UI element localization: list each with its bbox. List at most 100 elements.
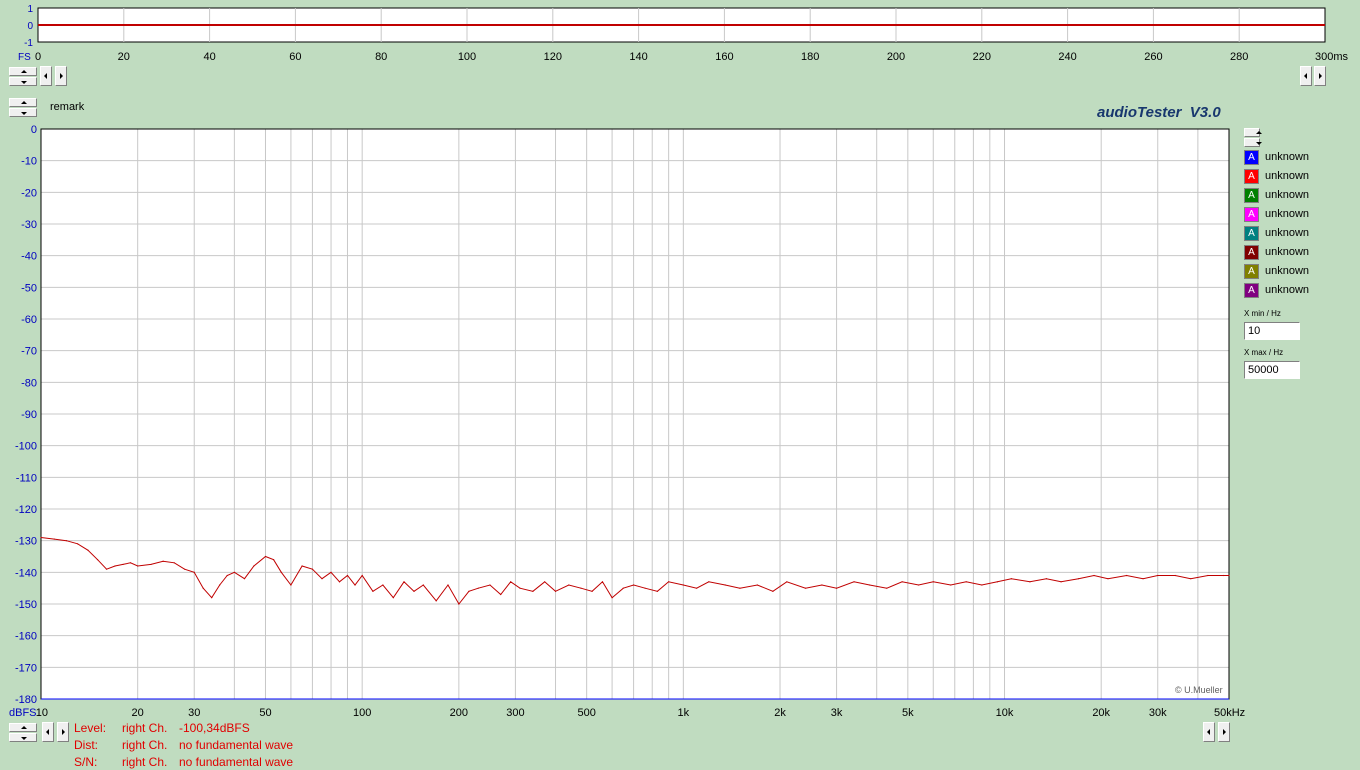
data-point <box>321 578 323 580</box>
data-point <box>273 559 275 561</box>
data-point <box>708 581 710 583</box>
data-point <box>105 568 108 570</box>
data-point <box>804 587 807 589</box>
legend-swatch[interactable]: A <box>1244 150 1259 165</box>
freq-scroll-left-button[interactable] <box>42 722 54 742</box>
data-point <box>1010 578 1012 580</box>
x-tick-label: 2k <box>774 707 786 719</box>
data-point <box>1174 574 1176 577</box>
scroll-down-button[interactable] <box>9 733 37 742</box>
scroll-up-button[interactable] <box>1244 128 1262 137</box>
y-tick-label: -160 <box>15 631 37 643</box>
data-point <box>76 543 79 545</box>
data-point <box>682 584 684 586</box>
data-point <box>724 584 726 586</box>
spectrum-chart: 0 -10 -20 -30 -40 -50 -60 -70 -80 -90 -100 -110 -120… <box>9 124 1245 719</box>
data-point <box>413 590 415 592</box>
data-point <box>1190 578 1192 580</box>
data-point <box>372 590 374 592</box>
legend-swatch[interactable]: A <box>1244 264 1259 279</box>
data-point <box>447 584 449 586</box>
legend-swatch[interactable]: A <box>1244 169 1259 184</box>
data-point <box>311 568 314 570</box>
data-point <box>226 574 228 577</box>
data-point <box>301 565 303 567</box>
x-tick-label: 5k <box>902 707 914 719</box>
data-point <box>162 560 164 562</box>
status-key: Level: <box>74 721 107 735</box>
xmax-input[interactable] <box>1244 361 1300 379</box>
x-tick-label: 100 <box>353 707 371 719</box>
y-tick-label: -40 <box>21 251 37 263</box>
status-key: S/N: <box>74 755 98 769</box>
data-point <box>173 562 175 564</box>
scroll-up-button[interactable] <box>9 723 37 732</box>
freq-scroll-right-button[interactable] <box>57 722 69 742</box>
data-point <box>202 587 204 589</box>
data-point <box>403 581 405 583</box>
data-point <box>468 590 470 592</box>
data-point <box>435 600 437 602</box>
data-point <box>696 587 698 589</box>
data-point <box>243 578 246 580</box>
data-point <box>965 581 967 583</box>
data-point <box>361 574 363 577</box>
x-tick-label: 500 <box>577 707 595 719</box>
x-tick-label: 20k <box>1092 707 1110 719</box>
data-point <box>219 584 221 586</box>
data-point <box>591 590 593 592</box>
data-point <box>1142 578 1144 580</box>
data-point <box>489 584 491 586</box>
data-point <box>853 581 855 583</box>
scroll-down-button[interactable] <box>1244 138 1262 147</box>
freq-scroll-left-right-button[interactable] <box>1203 722 1215 742</box>
y-tick-label: -90 <box>21 409 37 421</box>
legend-swatch[interactable]: A <box>1244 188 1259 203</box>
data-point <box>65 540 68 542</box>
y-tick-label: -20 <box>21 187 37 199</box>
data-point <box>458 603 460 605</box>
legend-label: unknown <box>1265 227 1310 239</box>
xmax-label: X max / Hz <box>1244 348 1284 357</box>
legend-swatch[interactable]: A <box>1244 245 1259 260</box>
x-tick-label: 1k <box>678 707 690 719</box>
status-channel: right Ch. <box>122 721 168 735</box>
legend-swatch[interactable]: A <box>1244 207 1259 222</box>
data-point <box>1222 574 1224 577</box>
legend-label: unknown <box>1265 284 1310 296</box>
x-tick-label: 20 <box>132 707 144 719</box>
y-tick-label: -120 <box>15 504 37 516</box>
y-tick-label: -180 <box>15 694 37 706</box>
data-point <box>739 587 741 589</box>
bottom-spinner[interactable] <box>9 723 37 743</box>
data-point <box>786 581 788 583</box>
data-point <box>477 587 479 589</box>
y-tick-label: 0 <box>31 124 37 136</box>
data-point <box>40 536 42 539</box>
data-point <box>346 574 349 577</box>
freq-scroll-right-right-button[interactable] <box>1218 722 1230 742</box>
legend-spinner[interactable] <box>1244 128 1262 148</box>
data-point <box>150 563 152 566</box>
data-point <box>622 587 624 589</box>
data-point <box>1077 578 1080 580</box>
data-point <box>1228 574 1230 577</box>
legend-swatch[interactable]: A <box>1244 226 1259 241</box>
data-point <box>264 555 267 558</box>
x-tick-label: 50 <box>259 707 271 719</box>
y-tick-label: -60 <box>21 314 37 326</box>
y-unit-label: dBFS <box>9 707 37 719</box>
data-point <box>917 584 920 586</box>
data-point <box>554 590 557 592</box>
xmin-input[interactable] <box>1244 322 1300 340</box>
x-tick-label: 50kHz <box>1214 707 1245 719</box>
data-point <box>233 571 235 573</box>
y-tick-label: -130 <box>15 536 37 548</box>
data-point <box>996 581 998 583</box>
y-tick-label: -140 <box>15 567 37 579</box>
legend-label: unknown <box>1265 208 1310 220</box>
x-tick-label: 300 <box>506 707 524 719</box>
legend-label: unknown <box>1265 246 1310 258</box>
legend-swatch[interactable]: A <box>1244 283 1259 298</box>
data-point <box>611 597 613 599</box>
